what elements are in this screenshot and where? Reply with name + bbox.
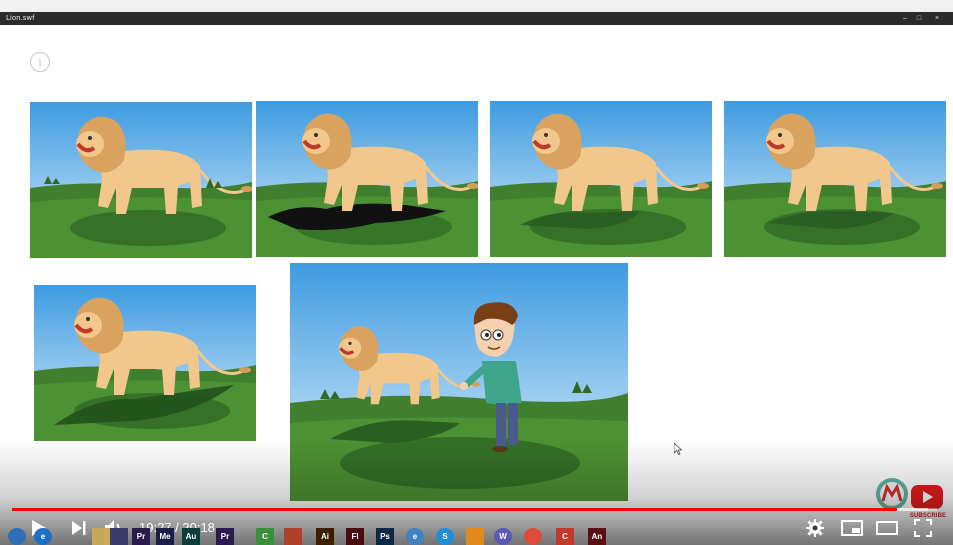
ie-icon[interactable]: e: [34, 528, 52, 545]
lion-boy-panel: [290, 263, 628, 501]
chrome-icon[interactable]: [524, 528, 542, 545]
skype-icon[interactable]: S: [436, 528, 454, 545]
windows-store-icon[interactable]: [284, 528, 302, 545]
chrome-glyph: [524, 528, 542, 545]
photoshop-icon[interactable]: Ps: [376, 528, 394, 545]
word-icon[interactable]: W: [494, 528, 512, 545]
word-glyph: W: [499, 532, 507, 541]
channel-logo-icon[interactable]: [875, 477, 909, 511]
explorer-glyph: [92, 528, 110, 545]
premiere-alt-icon[interactable]: Pr: [216, 528, 234, 545]
browser-top-strip: [0, 0, 953, 12]
ie-glyph: e: [40, 532, 46, 541]
lion-panel-3: [490, 101, 712, 257]
info-glyph: i: [38, 55, 42, 69]
explorer-icon[interactable]: [92, 528, 110, 545]
mouse-cursor-icon: [674, 443, 682, 455]
camtasia-red-icon[interactable]: C: [556, 528, 574, 545]
start-orb-icon[interactable]: [8, 528, 26, 545]
photoshop-glyph: Ps: [380, 532, 390, 541]
lion-panel-2: [256, 101, 478, 257]
premiere-alt-glyph: Pr: [220, 532, 230, 541]
lion-panel-4: [724, 101, 946, 257]
miniplayer-button[interactable]: [839, 516, 865, 540]
theater-mode-button[interactable]: [874, 516, 900, 540]
skype-glyph: S: [442, 532, 448, 541]
start-orb-glyph: [8, 528, 26, 545]
audition-icon[interactable]: Au: [182, 528, 200, 545]
progress-bar[interactable]: [12, 508, 937, 511]
window-close-button[interactable]: ×: [930, 12, 944, 25]
fullscreen-icon: [914, 519, 932, 537]
media-player-icon[interactable]: [110, 528, 128, 545]
window-maximize-button[interactable]: □: [912, 12, 926, 25]
info-icon[interactable]: i: [30, 52, 50, 72]
camtasia-icon[interactable]: C: [256, 528, 274, 545]
illustrator-glyph: Ai: [321, 532, 329, 541]
flash-icon[interactable]: Fl: [346, 528, 364, 545]
window-titlebar: Lion.swf – □ ×: [0, 12, 953, 25]
media-encoder-icon[interactable]: Me: [156, 528, 174, 545]
audition-glyph: Au: [185, 532, 197, 541]
edge-icon[interactable]: e: [406, 528, 424, 545]
premiere-icon[interactable]: Pr: [132, 528, 150, 545]
animate-icon[interactable]: An: [588, 528, 606, 545]
progress-played: [12, 508, 898, 511]
windows-store-glyph: [284, 528, 302, 545]
media-player-glyph: [110, 528, 128, 545]
premiere-glyph: Pr: [136, 532, 146, 541]
settings-button[interactable]: [803, 516, 827, 540]
animate-glyph: An: [591, 532, 603, 541]
window-minimize-button[interactable]: –: [898, 12, 912, 25]
subscribe-button[interactable]: [909, 483, 945, 511]
vlc-glyph: [466, 528, 484, 545]
fullscreen-button[interactable]: [910, 516, 936, 540]
illustrator-icon[interactable]: Ai: [316, 528, 334, 545]
flash-stage[interactable]: i SUBSCRIBE: [6, 25, 947, 545]
lion-panel-1: [30, 102, 252, 258]
edge-glyph: e: [412, 532, 418, 541]
vlc-icon[interactable]: [466, 528, 484, 545]
window-title: Lion.swf: [6, 14, 35, 22]
theater-icon: [876, 521, 898, 535]
miniplayer-icon: [841, 520, 863, 536]
camtasia-glyph: C: [262, 532, 268, 541]
camtasia-red-glyph: C: [562, 532, 568, 541]
gear-icon: [806, 519, 824, 537]
lion-panel-5: [34, 285, 256, 441]
windows-taskbar: e Pr Me Au Pr C Ai Fl Ps e S W C An: [0, 528, 800, 545]
flash-glyph: Fl: [351, 532, 359, 541]
media-encoder-glyph: Me: [159, 532, 171, 541]
